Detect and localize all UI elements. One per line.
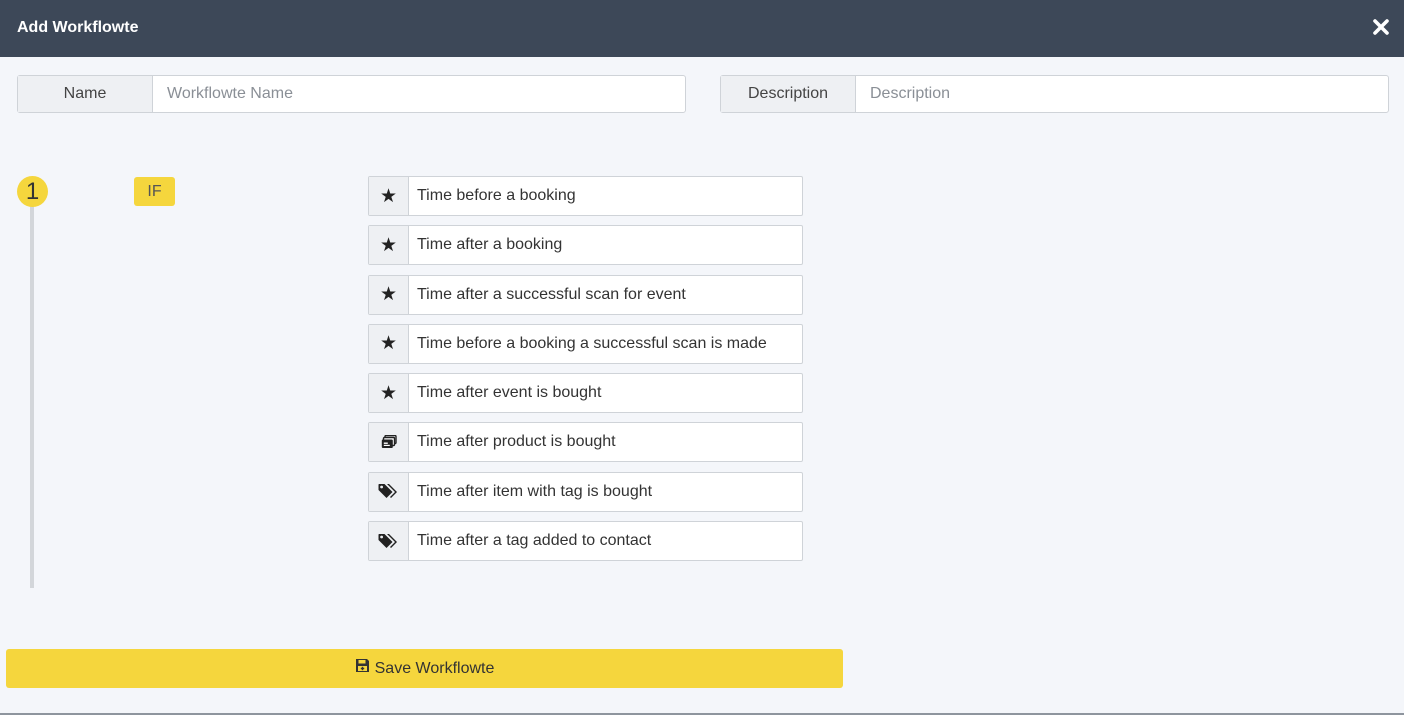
star-icon: ★: [369, 324, 409, 363]
tags-icon: [369, 472, 409, 511]
name-label: Name: [18, 76, 153, 112]
description-field[interactable]: [856, 76, 1388, 112]
trigger-option[interactable]: Time after item with tag is bought: [368, 471, 803, 512]
trigger-label: Time after a successful scan for event: [417, 285, 686, 303]
trigger-option[interactable]: ★ Time before a booking a successful sca…: [368, 323, 803, 364]
trigger-label: Time after product is bought: [417, 433, 616, 451]
trigger-label: Time before a booking a successful scan …: [417, 334, 767, 352]
if-condition-badge: IF: [134, 177, 175, 206]
trigger-label: Time after a booking: [417, 236, 563, 254]
tags-icon: [369, 522, 409, 561]
description-label: Description: [721, 76, 856, 112]
save-button-label: Save Workflowte: [374, 659, 495, 677]
star-icon: ★: [369, 275, 409, 314]
step-timeline-line: [30, 200, 34, 588]
trigger-option[interactable]: ★ Time after a successful scan for event: [368, 274, 803, 315]
star-icon: ★: [369, 177, 409, 215]
dialog-header: Add Workflowte: [0, 0, 1404, 57]
star-icon: ★: [369, 374, 409, 413]
trigger-label: Time after item with tag is bought: [417, 482, 653, 500]
trigger-label: Time after a tag added to contact: [417, 532, 652, 550]
dialog-title: Add Workflowte: [17, 19, 139, 36]
trigger-option[interactable]: Time after product is bought: [368, 422, 803, 463]
save-workflow-button[interactable]: Save Workflowte: [6, 649, 843, 688]
close-icon: [1373, 19, 1389, 35]
name-input-group: Name: [17, 75, 686, 113]
trigger-list: ★ Time before a booking ★ Time after a b…: [368, 176, 803, 570]
product-icon: [369, 423, 409, 462]
trigger-label: Time after event is bought: [417, 384, 602, 402]
close-button[interactable]: [1372, 18, 1390, 36]
name-field[interactable]: [153, 76, 685, 112]
trigger-label: Time before a booking: [417, 187, 576, 204]
trigger-option[interactable]: ★ Time after event is bought: [368, 373, 803, 414]
save-icon: [355, 659, 369, 672]
step-number-badge: 1: [17, 176, 48, 207]
trigger-option[interactable]: Time after a tag added to contact: [368, 521, 803, 562]
star-icon: ★: [369, 226, 409, 265]
description-input-group: Description: [720, 75, 1389, 113]
trigger-option[interactable]: ★ Time after a booking: [368, 225, 803, 266]
trigger-option[interactable]: ★ Time before a booking: [368, 176, 803, 216]
